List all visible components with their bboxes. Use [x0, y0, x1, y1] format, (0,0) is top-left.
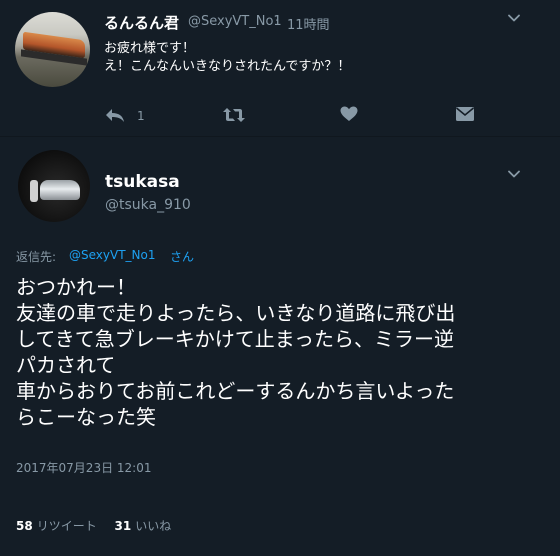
avatar-tsukasa[interactable]: [18, 150, 90, 222]
avatar-runrun[interactable]: [15, 12, 90, 87]
like-icon[interactable]: [340, 106, 358, 122]
reply-count: 1: [137, 109, 145, 123]
reply-to-suffix: さん: [170, 250, 195, 264]
tweet-divider: [0, 136, 560, 137]
chevron-down-icon[interactable]: [508, 12, 520, 24]
reply-to-handle[interactable]: @SexyVT_No1: [69, 248, 155, 262]
chevron-down-icon[interactable]: [508, 168, 520, 180]
tweet2-text: おつかれー！ 友達の車で走りよったら、いきなり道路に飛び出 してきて急ブレーキか…: [16, 275, 456, 429]
avatar-car-shape: [40, 180, 80, 200]
tweet2-handle[interactable]: @tsuka_910: [105, 197, 191, 213]
retweet-icon[interactable]: [222, 106, 246, 124]
tweet2-display-name[interactable]: tsukasa: [105, 172, 180, 192]
tweet2-date[interactable]: 2017年07月23日 12:01: [16, 459, 151, 476]
tweet1-text-line1: お疲れ様です！: [104, 41, 196, 56]
tweet2-stats: 58 リツイート 31 いいね: [16, 517, 171, 534]
reply-icon[interactable]: [104, 106, 126, 124]
retweet-label[interactable]: リツイート: [37, 519, 97, 533]
dm-icon[interactable]: [455, 106, 475, 122]
reply-to-label: 返信先:: [16, 250, 57, 264]
like-label[interactable]: いいね: [135, 519, 171, 533]
tweet1-dot: ·: [275, 14, 280, 29]
tweet1-handle[interactable]: @SexyVT_No1: [188, 14, 282, 29]
avatar-person-shape: [30, 180, 38, 202]
like-count[interactable]: 31: [115, 519, 132, 533]
tweet1-time[interactable]: 11時間: [287, 14, 330, 33]
tweet1-display-name[interactable]: るんるん君: [104, 12, 179, 33]
retweet-count[interactable]: 58: [16, 519, 33, 533]
tweet1-text-line2: え！こんなんいきなりされたんですか？！: [104, 59, 351, 74]
